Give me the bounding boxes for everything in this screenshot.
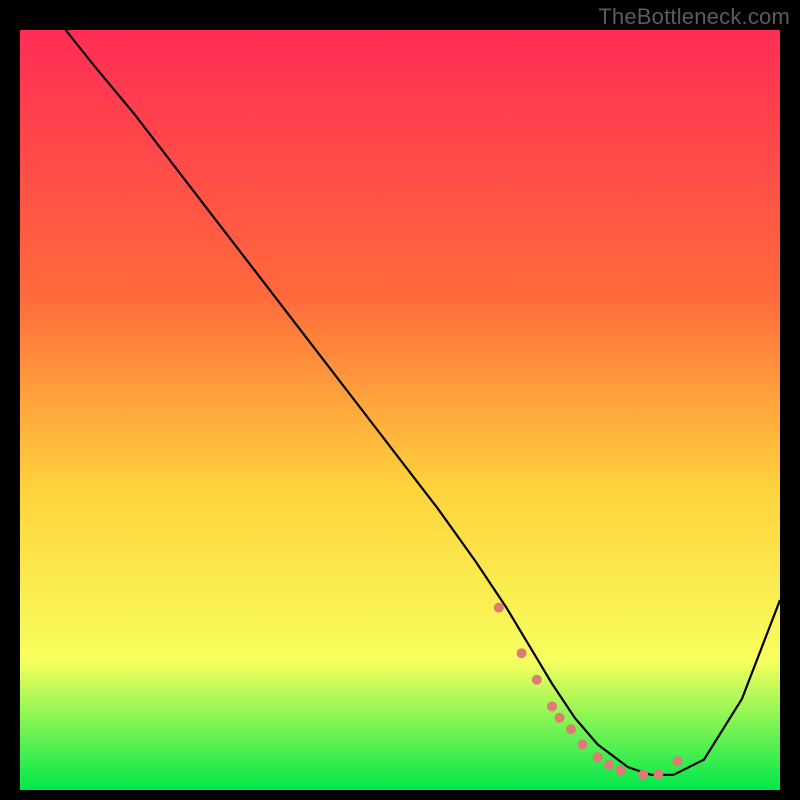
watermark-text: TheBottleneck.com bbox=[598, 4, 790, 30]
highlight-dot bbox=[566, 724, 576, 734]
chart-svg bbox=[20, 30, 780, 790]
highlight-dot bbox=[593, 752, 603, 762]
highlight-dot bbox=[517, 648, 527, 658]
highlight-dot bbox=[547, 701, 557, 711]
highlight-dot bbox=[555, 713, 565, 723]
gradient-background bbox=[20, 30, 780, 790]
highlight-dot bbox=[532, 675, 542, 685]
highlight-dot bbox=[653, 769, 663, 779]
highlight-dot bbox=[577, 739, 587, 749]
plot-area bbox=[20, 30, 780, 790]
highlight-dot bbox=[604, 760, 614, 770]
highlight-dot bbox=[672, 756, 682, 766]
highlight-dot bbox=[494, 603, 504, 613]
highlight-dot bbox=[615, 765, 625, 775]
highlight-dot bbox=[638, 770, 648, 780]
chart-frame: TheBottleneck.com bbox=[0, 0, 800, 800]
